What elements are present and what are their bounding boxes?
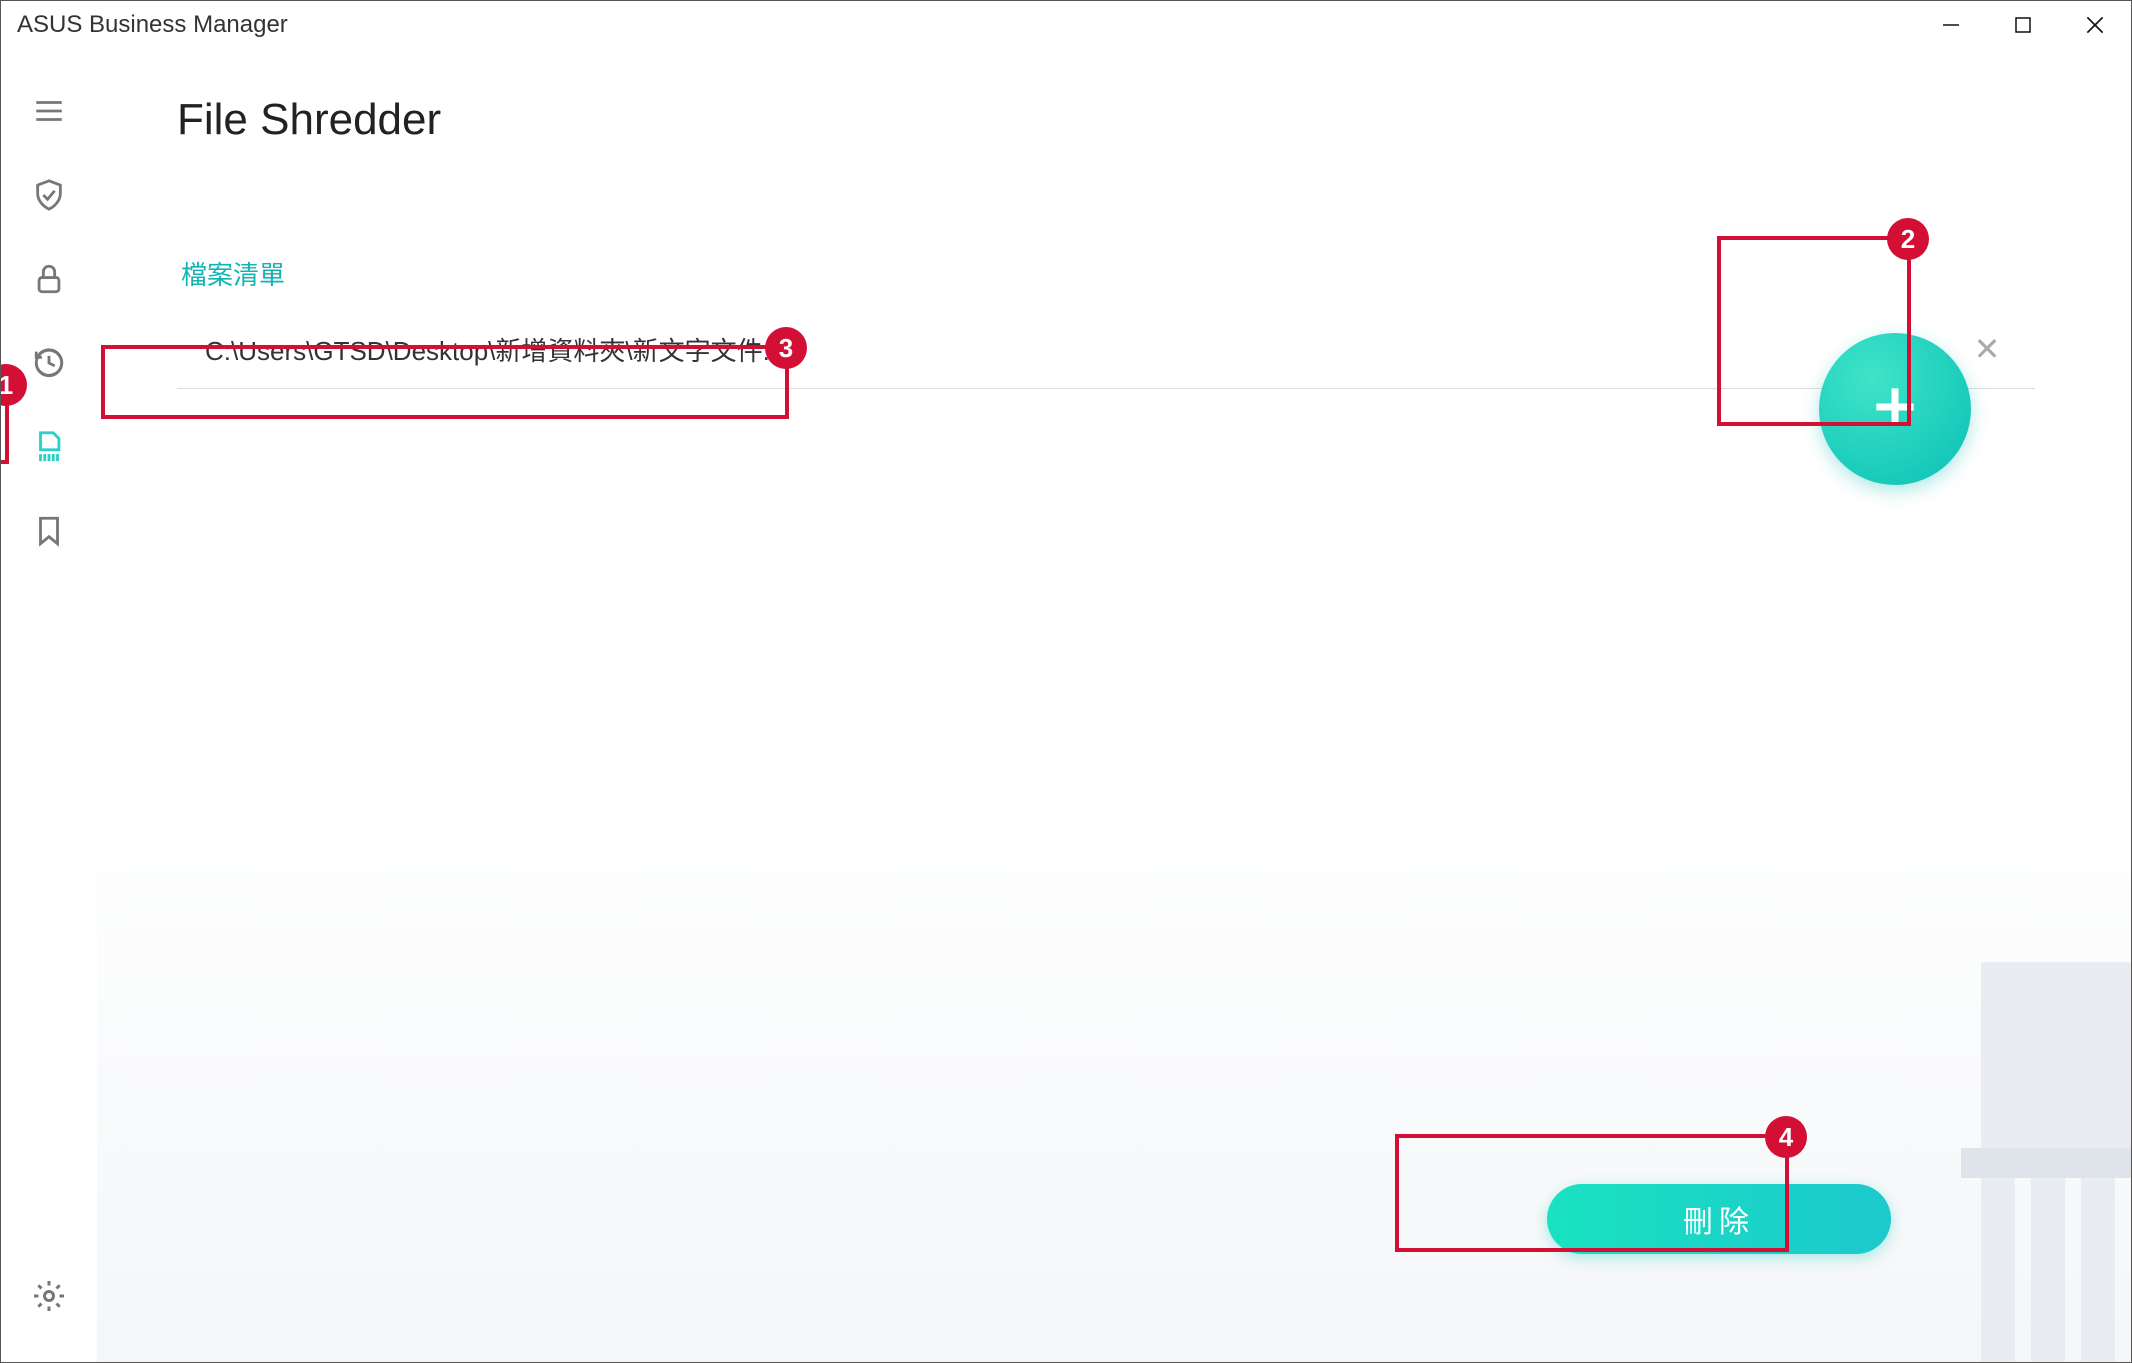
callout-3: 3 [101,345,789,419]
titlebar: ASUS Business Manager [1,1,2131,49]
callout-badge: 2 [1887,218,1929,260]
app-window: ASUS Business Manager [0,0,2132,1363]
bookmark-icon [32,514,66,553]
shredder-decoration [1931,962,2131,1362]
gear-icon [31,1278,67,1319]
sidebar-bottom [1,1274,97,1322]
callout-badge: 4 [1765,1116,1807,1158]
sidebar-item-lock[interactable] [25,257,73,305]
callout-1: 1 [0,382,9,464]
sidebar-item-security[interactable] [25,173,73,221]
remove-file-button[interactable]: ✕ [1967,330,2007,368]
sidebar-menu-button[interactable] [25,89,73,137]
close-icon: ✕ [1974,331,2001,367]
maximize-button[interactable] [1987,1,2059,49]
sidebar-item-bookmark[interactable] [25,509,73,557]
callout-4: 4 [1395,1134,1789,1252]
menu-icon [32,94,66,133]
close-button[interactable] [2059,1,2131,49]
lock-icon [32,262,66,301]
history-icon [32,346,66,385]
window-controls [1915,1,2131,49]
sidebar-item-file-shredder[interactable] [25,425,73,473]
callout-2: 2 [1717,236,1911,426]
window-title: ASUS Business Manager [17,11,288,39]
minimize-button[interactable] [1915,1,1987,49]
sidebar [1,49,97,1362]
callout-badge: 3 [765,327,807,369]
app-body: File Shredder 檔案清單 C:\Users\GTSD\Desktop… [1,49,2131,1362]
sidebar-item-history[interactable] [25,341,73,389]
sidebar-item-settings[interactable] [25,1274,73,1322]
file-shred-icon [32,430,66,469]
page-title: File Shredder [177,95,2035,145]
shield-icon [32,178,66,217]
main-content: File Shredder 檔案清單 C:\Users\GTSD\Desktop… [97,49,2131,1362]
